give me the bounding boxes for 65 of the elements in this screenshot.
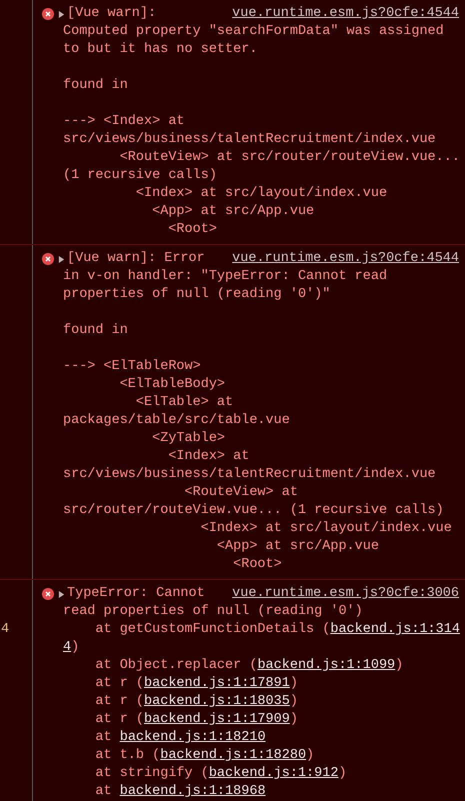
message-text: in v-on handler: "TypeError: Cannot read bbox=[63, 269, 388, 284]
source-link[interactable]: vue.runtime.esm.js?0cfe:3006 bbox=[224, 585, 459, 603]
stack-text: ) bbox=[395, 658, 404, 673]
stack-link[interactable]: backend.js:1:18968 bbox=[120, 784, 266, 799]
expand-triangle-icon[interactable] bbox=[58, 256, 65, 262]
message-text: found in bbox=[63, 323, 128, 338]
stack-link[interactable]: backend.js:1:17891 bbox=[144, 676, 290, 691]
stack-link[interactable]: 4 bbox=[63, 640, 72, 655]
message-text: found in bbox=[63, 78, 128, 93]
message-text: read properties of null (reading '0') bbox=[63, 604, 363, 619]
stack-text: at r ( bbox=[94, 712, 144, 727]
stack-link[interactable]: backend.js:1:17909 bbox=[144, 712, 290, 727]
message-text: <RouteView> at src/router/routeView.vue... bbox=[118, 150, 460, 165]
message-text: [Vue warn]: bbox=[67, 5, 156, 23]
message-text: ---> <ElTableRow> bbox=[63, 359, 201, 374]
stack-link[interactable]: backend.js:1:1099 bbox=[257, 658, 396, 673]
stack-link[interactable]: backend.js:1:18280 bbox=[160, 748, 306, 763]
message-text: properties of null (reading '0')" bbox=[63, 287, 330, 302]
stack-text: ) bbox=[290, 712, 298, 727]
source-link[interactable]: vue.runtime.esm.js?0cfe:4544 bbox=[224, 5, 459, 23]
expand-triangle-icon[interactable] bbox=[58, 590, 65, 598]
message-text: <Root> bbox=[232, 557, 282, 572]
gutter-text: 4 bbox=[1, 621, 10, 639]
stack-text: at getCustomFunctionDetails ( bbox=[94, 622, 330, 637]
message-text: <Index> at src/layout/index.vue bbox=[134, 186, 388, 201]
stack-link[interactable]: backend.js:1:18035 bbox=[144, 694, 290, 709]
stack-link[interactable]: backend.js:1:18210 bbox=[120, 730, 266, 745]
message-text: [Vue warn]: Error bbox=[67, 250, 205, 268]
stack-text: at Object.replacer ( bbox=[94, 658, 258, 673]
stack-text: ) bbox=[306, 748, 314, 763]
message-text: TypeError: Cannot bbox=[67, 585, 205, 603]
message-text: src/views/business/talentRecruitment/index.vue bbox=[63, 467, 436, 482]
stack-text: ) bbox=[290, 694, 298, 709]
stack-text: at r ( bbox=[94, 676, 144, 691]
message-text: src/views/business/talentRecruitment/index.vue bbox=[63, 132, 436, 147]
message-text: ---> <Index> at bbox=[63, 114, 185, 129]
message-text: src/router/routeView.vue... (1 recursive calls) bbox=[63, 503, 444, 518]
stack-text: ) bbox=[71, 640, 80, 655]
stack-text: at bbox=[94, 784, 113, 799]
error-icon bbox=[42, 588, 54, 600]
message-text: packages/table/src/table.vue bbox=[63, 413, 290, 428]
stack-link[interactable]: backend.js:1:314 bbox=[330, 622, 460, 637]
message-text: <App> at src/App.vue bbox=[216, 539, 379, 554]
stack-text: at r ( bbox=[94, 694, 144, 709]
message-text: <Root> bbox=[167, 222, 217, 237]
message-text: (1 recursive calls) bbox=[63, 168, 217, 183]
stack-text: ) bbox=[290, 676, 298, 691]
message-text: <ZyTable> bbox=[151, 431, 226, 446]
stack-text: at t.b ( bbox=[94, 748, 160, 763]
stack-text: ) bbox=[338, 766, 347, 781]
message-text: to but it has no setter. bbox=[63, 42, 258, 57]
stack-text: at stringify ( bbox=[94, 766, 209, 781]
expand-triangle-icon[interactable] bbox=[58, 10, 65, 18]
message-text: <Index> at src/layout/index.vue bbox=[200, 521, 452, 536]
message-text: <App> at src/App.vue bbox=[151, 204, 314, 219]
source-link[interactable]: vue.runtime.esm.js?0cfe:4544 bbox=[224, 250, 459, 268]
stack-link[interactable]: backend.js:1:912 bbox=[208, 766, 338, 781]
message-text: <ElTableBody> bbox=[118, 377, 226, 392]
message-text: <RouteView> at bbox=[184, 485, 298, 500]
message-text: Computed property "searchFormData" was assigned bbox=[63, 24, 444, 39]
stack-text: at bbox=[94, 730, 113, 745]
message-text: <ElTable> at bbox=[134, 395, 234, 410]
error-icon bbox=[42, 253, 54, 265]
error-icon bbox=[42, 8, 54, 20]
message-text: <Index> at bbox=[167, 449, 250, 464]
